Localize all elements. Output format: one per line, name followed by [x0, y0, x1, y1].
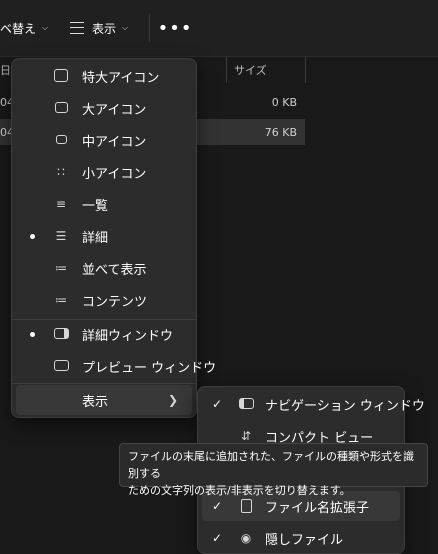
- menu-item-show[interactable]: 表示 ❯: [16, 385, 192, 415]
- menu-item-large-icons[interactable]: 大アイコン: [16, 93, 192, 123]
- chevron-down-icon: ⌵: [42, 23, 49, 32]
- details-pane-icon: [53, 326, 69, 342]
- extra-large-icons-icon: [53, 68, 69, 84]
- view-button[interactable]: 表示 ⌵: [70, 0, 128, 56]
- menu-item-medium-icons[interactable]: 中アイコン: [16, 125, 192, 155]
- more-icon: •••: [157, 17, 193, 39]
- tooltip: ファイルの末尾に追加された、ファイルの種類や形式を識別する ための文字列の表示/…: [119, 443, 428, 497]
- check-icon: ✓: [212, 397, 223, 411]
- menu-item-extra-large-icons[interactable]: 特大アイコン: [16, 61, 192, 91]
- tooltip-line: ための文字列の表示/非表示を切り替えます。: [128, 484, 351, 497]
- menu-item-tiles[interactable]: ≔ 並べて表示: [16, 253, 192, 283]
- view-icon: [70, 22, 84, 34]
- menu-item-preview-pane[interactable]: プレビュー ウィンドウ: [16, 351, 216, 381]
- content-icon: ≔: [55, 293, 67, 307]
- toolbar-divider: [149, 14, 150, 42]
- submenu-item-hidden-files[interactable]: ✓ ◉ 隠しファイル: [202, 523, 400, 553]
- view-label: 表示: [92, 21, 117, 36]
- preview-pane-icon: [53, 358, 69, 374]
- hidden-files-icon: ◉: [240, 531, 252, 545]
- navigation-pane-icon: [238, 396, 254, 412]
- command-bar: ベ替え ⌵ 表示 ⌵ •••: [0, 0, 438, 57]
- compact-view-icon: ⇵: [240, 429, 252, 443]
- more-options-button[interactable]: •••: [158, 0, 192, 56]
- menu-item-small-icons[interactable]: ∷ 小アイコン: [16, 157, 192, 187]
- view-menu: 特大アイコン 大アイコン 中アイコン ∷ 小アイコン ≡ 一覧 ☰ 詳細 ≔ 並…: [11, 58, 216, 418]
- large-icons-icon: [53, 100, 69, 116]
- check-icon: ✓: [212, 531, 223, 545]
- selected-bullet-icon: [30, 332, 35, 337]
- sort-label: ベ替え: [0, 21, 37, 36]
- medium-icons-icon: [53, 132, 69, 148]
- submenu-item-navigation-pane[interactable]: ✓ ナビゲーション ウィンドウ: [202, 389, 425, 419]
- chevron-right-icon: ❯: [167, 393, 178, 407]
- menu-item-list[interactable]: ≡ 一覧: [16, 189, 192, 219]
- small-icons-icon: ∷: [57, 165, 65, 179]
- column-header-date[interactable]: 日: [0, 57, 11, 83]
- column-divider[interactable]: [226, 57, 227, 83]
- details-icon: ☰: [55, 229, 67, 243]
- list-icon: ≡: [55, 197, 67, 211]
- menu-item-details[interactable]: ☰ 詳細: [16, 221, 192, 251]
- selected-bullet-icon: [30, 234, 35, 239]
- tooltip-line: ファイルの末尾に追加された、ファイルの種類や形式を識別する: [128, 450, 414, 480]
- tiles-icon: ≔: [55, 261, 67, 275]
- column-header-size[interactable]: サイズ: [234, 57, 267, 83]
- menu-item-content[interactable]: ≔ コンテンツ: [16, 285, 192, 315]
- sort-button[interactable]: ベ替え ⌵: [0, 0, 48, 56]
- size-cell: 0 KB: [271, 95, 297, 109]
- menu-divider: [12, 383, 196, 384]
- menu-item-details-pane[interactable]: 詳細ウィンドウ: [16, 319, 192, 349]
- size-cell: 76 KB: [264, 125, 297, 139]
- chevron-down-icon: ⌵: [122, 23, 129, 32]
- column-divider[interactable]: [305, 57, 306, 83]
- file-extension-icon: [238, 498, 254, 514]
